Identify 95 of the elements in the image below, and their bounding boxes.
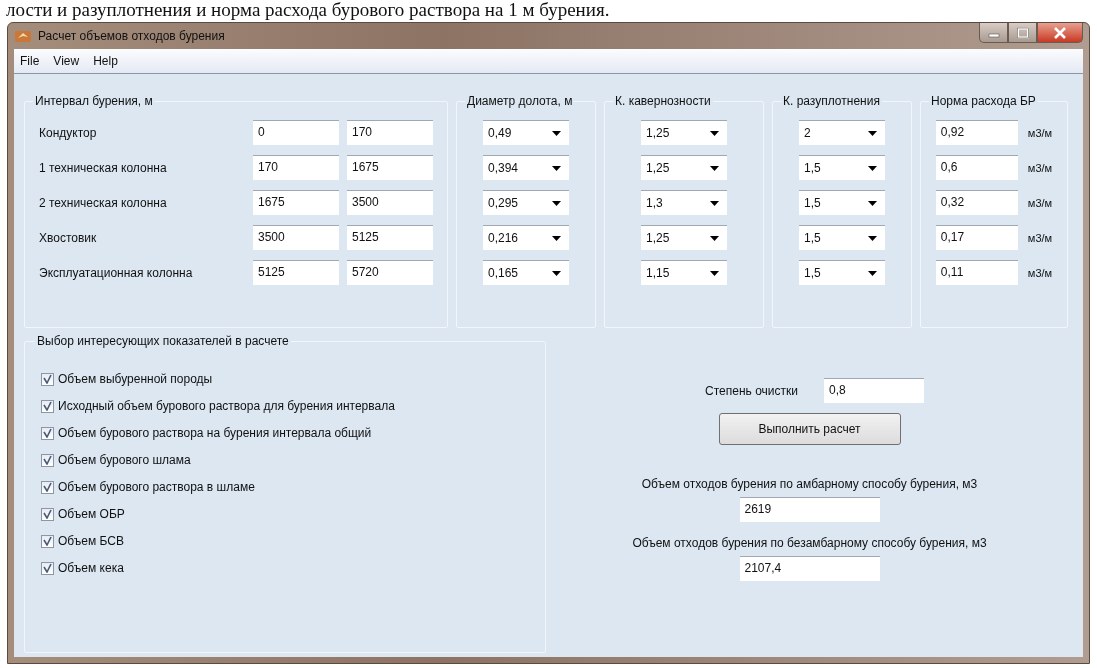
dropdown[interactable]: 0,394 — [483, 155, 569, 180]
caret-icon — [868, 165, 877, 171]
unit-label: м3/м — [1027, 161, 1053, 174]
group-title: Норма расхода БР — [930, 94, 1037, 108]
checkbox-label: Объем БСВ — [58, 534, 124, 548]
checkbox[interactable] — [41, 534, 54, 548]
dropdown[interactable]: 1,25 — [641, 225, 727, 250]
window-title: Расчет объемов отходов бурения — [38, 29, 226, 43]
checkbox-label: Объем кека — [58, 561, 124, 575]
checkbox[interactable] — [41, 453, 54, 467]
row-label: 1 техническая колонна — [38, 160, 168, 175]
run-button[interactable]: Выполнить расчет — [718, 413, 901, 445]
unit-label: м3/м — [1027, 196, 1053, 209]
text-field[interactable]: 0,6 — [935, 155, 1018, 180]
dropdown[interactable]: 1,5 — [799, 260, 885, 285]
group-title: Интервал бурения, м — [34, 94, 154, 108]
minimize-button[interactable] — [979, 23, 1008, 43]
caret-icon — [868, 200, 877, 206]
menu-item[interactable]: File — [20, 54, 40, 68]
dropdown[interactable]: 1,5 — [799, 190, 885, 215]
checkbox-label: Объем бурового раствора на бурения интервала общий — [58, 426, 372, 440]
text-field[interactable]: 0,8 — [823, 378, 924, 403]
menu-item[interactable]: View — [53, 54, 80, 68]
result-label: Объем отходов бурения по безамбарному способу бурения, м3 — [632, 536, 987, 550]
caret-icon — [868, 130, 877, 136]
dropdown[interactable]: 1,15 — [641, 260, 727, 285]
unit-label: м3/м — [1027, 231, 1053, 244]
text-field[interactable]: 0 — [253, 120, 339, 145]
close-icon — [1053, 26, 1067, 39]
caret-icon — [868, 270, 877, 276]
dropdown[interactable]: 0,49 — [483, 120, 569, 145]
text-field[interactable]: 0,11 — [935, 260, 1018, 285]
group-title: Диаметр долота, м — [466, 94, 574, 108]
dropdown[interactable]: 1,3 — [641, 190, 727, 215]
text-field[interactable]: 3500 — [347, 190, 433, 215]
text-field[interactable]: 3500 — [253, 225, 339, 250]
text-field[interactable]: 0,92 — [935, 120, 1018, 145]
text-field[interactable]: 170 — [253, 155, 339, 180]
caret-icon — [552, 235, 561, 241]
text-field[interactable]: 2107,4 — [739, 556, 880, 581]
dropdown[interactable]: 0,216 — [483, 225, 569, 250]
text-field[interactable]: 170 — [347, 120, 433, 145]
text-field[interactable]: 0,32 — [935, 190, 1018, 215]
checkbox[interactable] — [41, 426, 54, 440]
maximize-icon — [1015, 26, 1030, 39]
row-label: Эксплуатационная колонна — [38, 265, 194, 280]
group-title: К. кавернозности — [614, 94, 712, 108]
unit-label: м3/м — [1027, 266, 1053, 279]
caret-icon — [710, 270, 719, 276]
caret-icon — [552, 200, 561, 206]
caret-icon — [552, 130, 561, 136]
checkbox-label: Исходный объем бурового раствора для бурения интервала — [58, 399, 395, 413]
caret-icon — [552, 165, 561, 171]
unit-label: м3/м — [1027, 126, 1053, 139]
document-text: лости и разуплотнения и норма расхода бурового раствора на 1 м бурения. — [5, 0, 611, 20]
text-field[interactable]: 5720 — [347, 260, 433, 285]
checkbox-label: Объем ОБР — [58, 507, 125, 521]
dropdown[interactable]: 1,25 — [641, 155, 727, 180]
app-icon — [14, 28, 32, 44]
dropdown[interactable]: 0,295 — [483, 190, 569, 215]
dropdown[interactable]: 0,165 — [483, 260, 569, 285]
close-button[interactable] — [1037, 23, 1083, 43]
caret-icon — [710, 165, 719, 171]
checkbox[interactable] — [41, 507, 54, 521]
maximize-button[interactable] — [1008, 23, 1037, 43]
dropdown[interactable]: 2 — [799, 120, 885, 145]
text-field[interactable]: 5125 — [253, 260, 339, 285]
text-field[interactable]: 1675 — [347, 155, 433, 180]
checkbox[interactable] — [41, 561, 54, 575]
menu-item[interactable]: Help — [93, 54, 118, 68]
caret-icon — [710, 200, 719, 206]
checkbox-label: Объем бурового шлама — [58, 453, 191, 467]
field-label: Степень очистки — [705, 383, 798, 398]
caret-icon — [552, 270, 561, 276]
text-field[interactable]: 1675 — [253, 190, 339, 215]
dropdown[interactable]: 1,5 — [799, 155, 885, 180]
text-field[interactable]: 5125 — [347, 225, 433, 250]
checkbox-label: Объем выбуренной породы — [58, 372, 213, 386]
dropdown[interactable]: 1,25 — [641, 120, 727, 145]
dropdown[interactable]: 1,5 — [799, 225, 885, 250]
checkbox[interactable] — [41, 372, 54, 386]
text-field[interactable]: 2619 — [739, 497, 880, 522]
caret-icon — [710, 130, 719, 136]
caret-icon — [710, 235, 719, 241]
row-label: 2 техническая колонна — [38, 195, 168, 210]
checkbox-label: Объем бурового раствора в шламе — [58, 480, 255, 494]
text-field[interactable]: 0,17 — [935, 225, 1018, 250]
result-label: Объем отходов бурения по амбарному способу бурения, м3 — [641, 477, 978, 491]
group-title: Выбор интересующих показателей в расчете — [36, 334, 290, 348]
row-label: Хвостовик — [38, 230, 98, 245]
caret-icon — [868, 235, 877, 241]
checkbox[interactable] — [41, 480, 54, 494]
row-label: Кондуктор — [38, 125, 98, 140]
group-title: К. разуплотнения — [782, 94, 881, 108]
checkbox[interactable] — [41, 399, 54, 413]
